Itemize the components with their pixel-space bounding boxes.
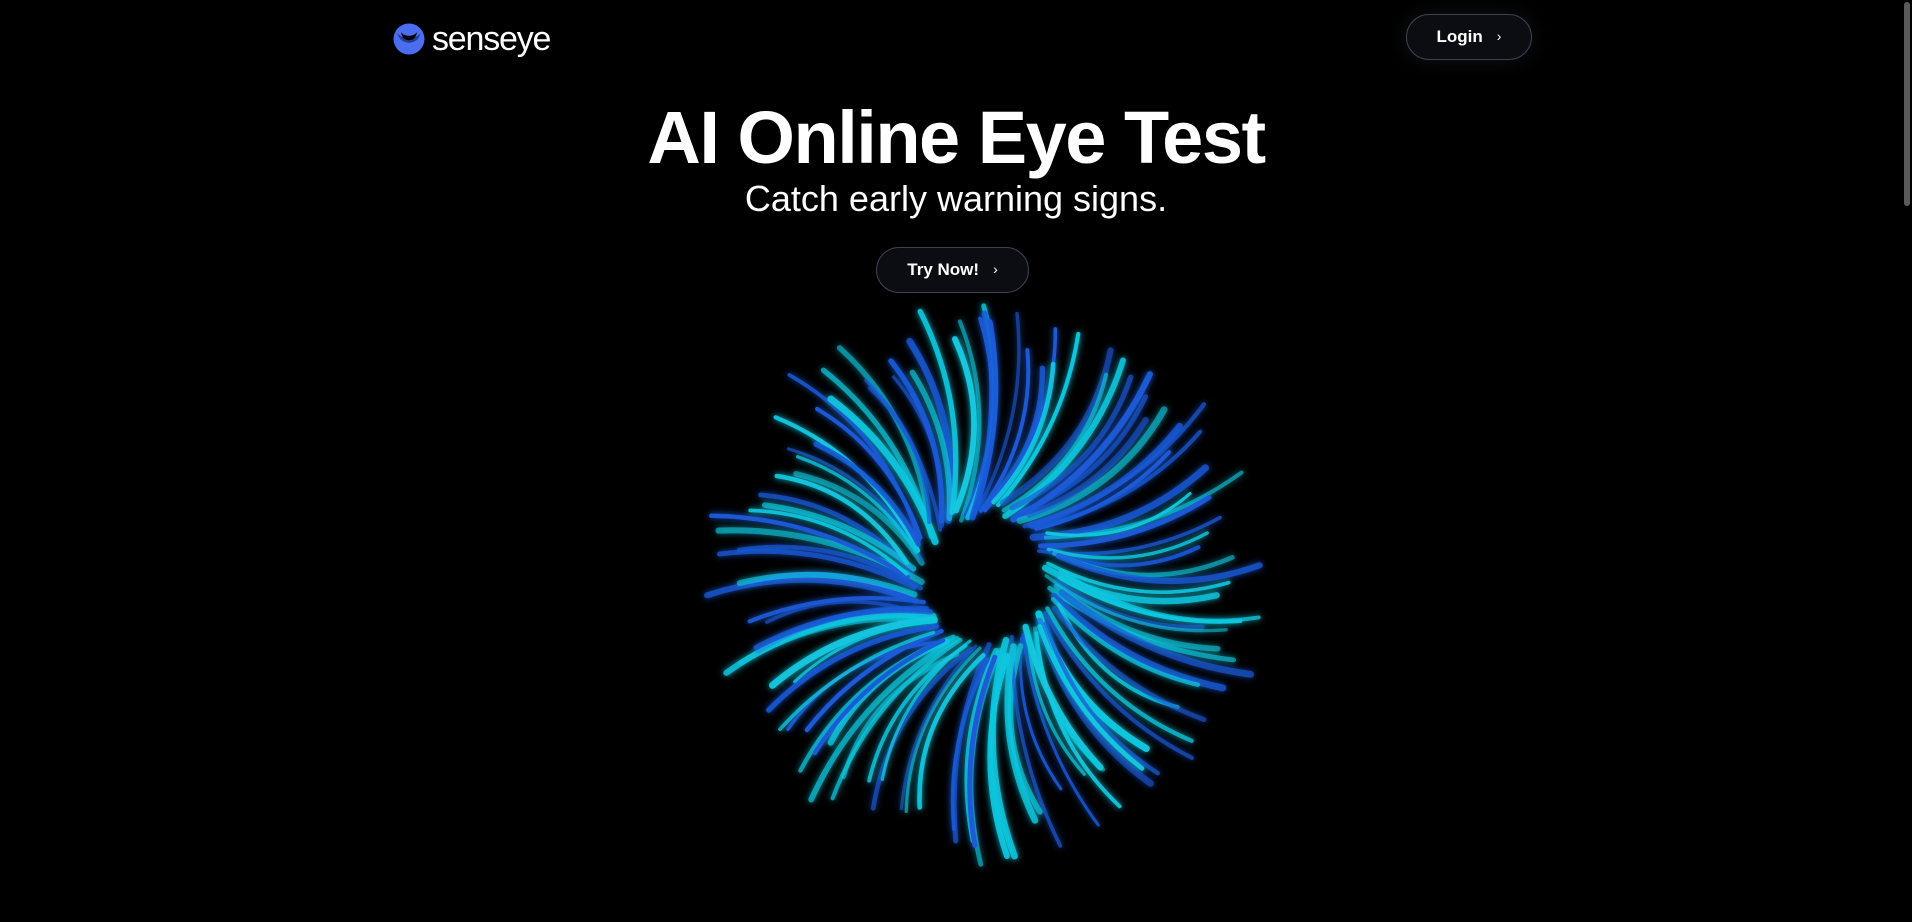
chevron-right-icon: › <box>1496 28 1502 44</box>
login-button-label: Login <box>1436 27 1483 46</box>
hero-title: AI Online Eye Test <box>647 96 1266 179</box>
page-scrollbar[interactable] <box>1900 0 1912 922</box>
chevron-right-icon: › <box>993 261 998 277</box>
scroll-thumb[interactable] <box>1904 2 1910 206</box>
senseye-logo-icon <box>393 23 425 55</box>
landing-page: senseye Login › AI Online Eye Test Catch… <box>0 0 1912 922</box>
brand-name: senseye <box>432 20 551 58</box>
brand-logo-link[interactable]: senseye <box>392 20 551 58</box>
hero-subtitle: Catch early warning signs. <box>744 178 1168 219</box>
try-now-button-label: Try Now! <box>907 260 980 279</box>
login-button[interactable]: Login › <box>1406 14 1532 60</box>
iris-illustration <box>704 303 1263 867</box>
